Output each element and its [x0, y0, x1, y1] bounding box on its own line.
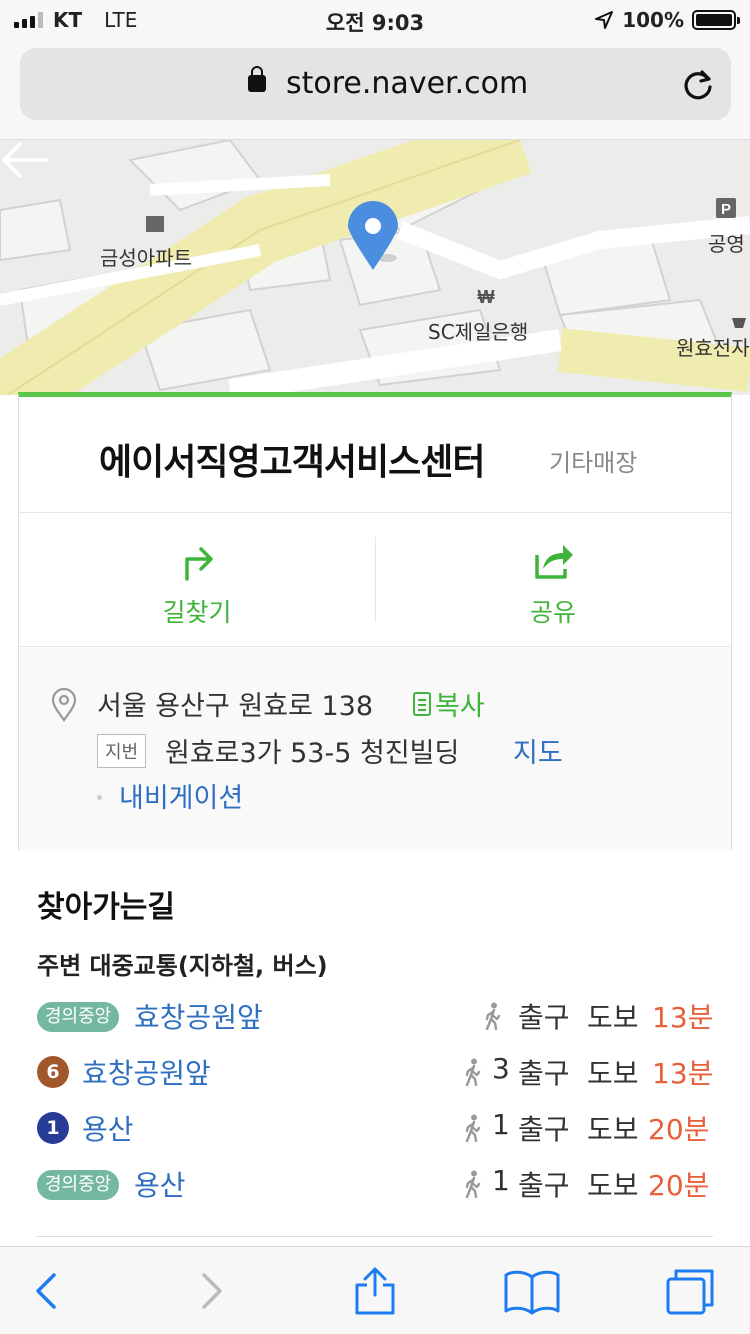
walk-label: 도보 [587, 1057, 639, 1090]
map-label-park: 공영 [708, 232, 745, 256]
exit-label: 출구 [518, 1057, 570, 1090]
copy-icon [413, 691, 431, 716]
battery-icon [692, 10, 740, 30]
walk-label: 도보 [587, 1113, 639, 1146]
store-category: 기타매장 [549, 449, 638, 477]
transit-row: 6 효창공원앞 3 출구 도보 13분 [0, 1052, 750, 1102]
station-link[interactable]: 용산 [82, 1108, 134, 1148]
store-map[interactable]: P ₩ 금성아파트 SC제일은행 공영 원효전자 [0, 140, 750, 395]
copy-label: 복사 [435, 691, 485, 722]
directions-heading: 찾아가는길 [37, 890, 175, 925]
back-icon[interactable] [16, 1267, 76, 1315]
navigation-link[interactable]: 내비게이션 [119, 776, 243, 815]
store-card: 에이서직영고객서비스센터 기타매장 길찾기 공유 서울 용산구 원효로 138 … [18, 392, 732, 851]
parking-symbol: P [721, 201, 731, 218]
line-badge-6: 6 [37, 1056, 69, 1088]
directions-button[interactable]: 길찾기 [19, 513, 375, 646]
address-section: 서울 용산구 원효로 138 복사 지번 원효로3가 53-5 청진빌딩 지도 … [19, 648, 731, 851]
reload-icon[interactable] [681, 68, 715, 102]
directions-label: 길찾기 [162, 598, 232, 627]
exit-label: 출구 [518, 1001, 570, 1034]
copy-button[interactable]: 복사 [413, 684, 485, 723]
lock-icon [248, 66, 266, 92]
exit-number: 1 [492, 1164, 510, 1197]
tabs-icon[interactable] [660, 1267, 720, 1315]
map-label-bank: SC제일은행 [428, 320, 529, 344]
status-bar: KT LTE 오전 9:03 100% [0, 0, 750, 40]
line-badge-gyeongui: 경의중앙 [37, 1170, 120, 1200]
walk-minutes: 13분 [652, 1001, 714, 1034]
map-pin-icon [51, 688, 77, 722]
action-divider [375, 537, 376, 622]
browser-toolbar [0, 1246, 750, 1334]
share-icon [535, 545, 573, 579]
share-sheet-icon[interactable] [345, 1267, 405, 1315]
transit-row: 1 용산 1 출구 도보 20분 [0, 1108, 750, 1158]
transit-row: 경의중앙 용산 1 출구 도보 20분 [0, 1164, 750, 1214]
map-label-store: 원효전자 [676, 336, 750, 360]
share-button[interactable]: 공유 [375, 513, 731, 646]
walk-label: 도보 [587, 1169, 639, 1202]
address-bar[interactable]: store.naver.com [20, 48, 731, 120]
battery-percent: 100% [622, 8, 684, 32]
exit-number: 1 [492, 1108, 510, 1141]
bullet [97, 795, 102, 800]
back-arrow-icon[interactable] [0, 140, 48, 180]
line-badge-gyeongui: 경의중앙 [37, 1002, 120, 1032]
exit-label: 출구 [518, 1113, 570, 1146]
status-right: 100% [594, 8, 740, 32]
transit-row: 경의중앙 효창공원앞 출구 도보 13분 [0, 996, 750, 1046]
store-name: 에이서직영고객서비스센터 [99, 442, 485, 483]
exit-label: 출구 [518, 1169, 570, 1202]
walk-minutes: 20분 [648, 1169, 710, 1202]
station-link[interactable]: 효창공원앞 [82, 1052, 211, 1092]
turn-right-arrow-icon [185, 547, 213, 581]
walk-label: 도보 [587, 1001, 639, 1034]
jibun-address: 원효로3가 53-5 청진빌딩 [165, 738, 460, 769]
walk-minutes: 20분 [648, 1113, 710, 1146]
transit-heading: 주변 대중교통(지하철, 버스) [37, 952, 328, 980]
bank-icon: ₩ [478, 287, 495, 307]
station-link[interactable]: 용산 [134, 1164, 186, 1204]
location-arrow-icon [595, 11, 614, 29]
line-badge-1: 1 [37, 1112, 69, 1144]
browser-header: store.naver.com [0, 40, 750, 140]
map-link[interactable]: 지도 [513, 731, 563, 770]
road-address: 서울 용산구 원효로 138 [97, 691, 374, 722]
bookmarks-icon[interactable] [502, 1267, 562, 1315]
walking-icon [485, 1002, 501, 1030]
station-link[interactable]: 효창공원앞 [134, 996, 263, 1036]
exit-number: 3 [492, 1052, 510, 1085]
share-label: 공유 [529, 598, 576, 627]
url-text: store.naver.com [286, 66, 529, 101]
walking-icon [465, 1170, 481, 1198]
walking-icon [465, 1058, 481, 1086]
building-icon [146, 216, 164, 232]
section-divider [37, 1236, 713, 1237]
walk-minutes: 13분 [652, 1057, 714, 1090]
jibun-badge: 지번 [97, 734, 147, 768]
forward-icon[interactable] [182, 1267, 242, 1315]
map-label-apartment: 금성아파트 [100, 246, 192, 270]
walking-icon [465, 1114, 481, 1142]
